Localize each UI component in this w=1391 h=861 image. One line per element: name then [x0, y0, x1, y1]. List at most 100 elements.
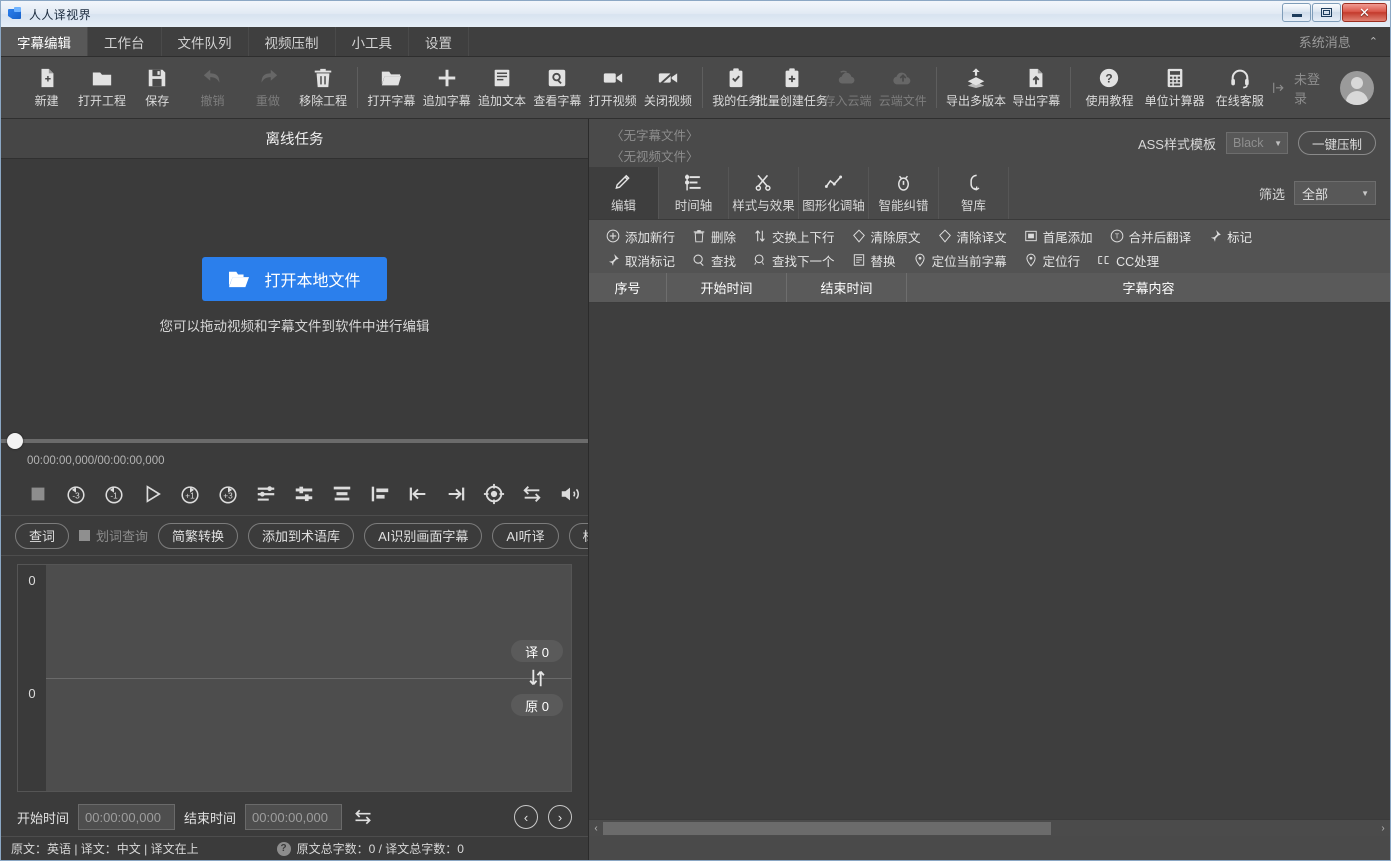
scroll-right-arrow[interactable]: › [1376, 823, 1390, 834]
column-header-index[interactable]: 序号 [589, 273, 667, 302]
mark-in-icon[interactable] [407, 483, 429, 505]
toolbar-undo[interactable]: 撤销 [185, 57, 240, 118]
scroll-track[interactable] [603, 822, 1376, 835]
tab-workbench[interactable]: 工作台 [88, 27, 162, 56]
unmark-button[interactable]: 取消标记 [599, 249, 682, 271]
horizontal-scrollbar[interactable]: ‹ › [589, 819, 1390, 836]
swap-times-icon[interactable] [353, 807, 373, 827]
mark-out-icon[interactable] [445, 483, 467, 505]
delete-line-button[interactable]: 删除 [685, 225, 743, 247]
original-text-field[interactable] [46, 678, 571, 792]
column-header-end-time[interactable]: 结束时间 [787, 273, 907, 302]
find-button[interactable]: 查找 [685, 249, 743, 271]
swap-vertical-icon[interactable] [526, 667, 548, 689]
tab-graphic-timing[interactable]: 图形化调轴 [799, 167, 869, 219]
append-head-tail-button[interactable]: 首尾添加 [1017, 225, 1100, 247]
toolbar-export-multi[interactable]: 导出多版本 [943, 57, 1008, 118]
tab-subtitle-edit[interactable]: 字幕编辑 [1, 27, 88, 56]
toolbar-close-video[interactable]: 关闭视频 [640, 57, 695, 118]
tab-video-encode[interactable]: 视频压制 [249, 27, 336, 56]
toolbar-remove-project[interactable]: 移除工程 [295, 57, 350, 118]
toolbar-open-subtitle[interactable]: 打开字幕 [364, 57, 419, 118]
locate-line-button[interactable]: 定位行 [1017, 249, 1088, 271]
scroll-thumb[interactable] [603, 822, 1051, 835]
tab-style-effects[interactable]: 样式与效果 [729, 167, 799, 219]
toolbar-cloud-files[interactable]: 云端文件 [875, 57, 930, 118]
original-count-badge[interactable]: 原 0 [511, 694, 563, 716]
minimize-button[interactable] [1282, 3, 1311, 22]
tab-timeline[interactable]: 时间轴 [659, 167, 729, 219]
cc-process-button[interactable]: CC处理 [1090, 249, 1166, 271]
tab-file-queue[interactable]: 文件队列 [162, 27, 249, 56]
ai-transcribe-button[interactable]: AI听译 [492, 523, 558, 549]
play-button[interactable] [141, 483, 163, 505]
simplified-traditional-button[interactable]: 简繁转换 [158, 523, 238, 549]
toolbar-my-tasks[interactable]: 我的任务 [709, 57, 764, 118]
end-time-input[interactable] [245, 804, 342, 830]
column-header-start-time[interactable]: 开始时间 [667, 273, 787, 302]
forward-1-button[interactable]: +1 [179, 483, 201, 505]
merge-translate-button[interactable]: T 合并后翻译 [1103, 225, 1199, 247]
toolbar-append-subtitle[interactable]: 追加字幕 [419, 57, 474, 118]
toolbar-open-project[interactable]: 打开工程 [74, 57, 129, 118]
swap-updown-button[interactable]: 交换上下行 [746, 225, 842, 247]
filter-select[interactable]: 全部 ▼ [1294, 181, 1376, 205]
avatar[interactable] [1340, 71, 1374, 105]
open-local-file-button[interactable]: 打开本地文件 [202, 257, 386, 301]
toolbar-batch-create-task[interactable]: 批量创建任务 [764, 57, 820, 118]
column-header-content[interactable]: 字幕内容 [907, 273, 1390, 302]
translation-count-badge[interactable]: 译 0 [511, 640, 563, 662]
sliders-icon[interactable] [255, 483, 277, 505]
toolbar-append-text[interactable]: 追加文本 [474, 57, 529, 118]
forward-3-button[interactable]: +3 [217, 483, 239, 505]
tab-tools[interactable]: 小工具 [336, 27, 410, 56]
tab-smart-correction[interactable]: 智能纠错 [869, 167, 939, 219]
volume-icon[interactable] [559, 483, 581, 505]
one-click-encode-button[interactable]: 一键压制 [1298, 131, 1376, 155]
subtitle-grid-body[interactable] [589, 303, 1390, 819]
align-left-icon[interactable] [369, 483, 391, 505]
toolbar-export-subtitle[interactable]: 导出字幕 [1009, 57, 1064, 118]
highlight-lookup-checkbox[interactable]: 划词查询 [79, 526, 148, 545]
tab-knowledge-base[interactable]: 智库 [939, 167, 1009, 219]
rewind-1-button[interactable]: -1 [103, 483, 125, 505]
toolbar-redo[interactable]: 重做 [240, 57, 295, 118]
ass-template-select[interactable]: Black ▼ [1226, 132, 1288, 154]
add-to-glossary-button[interactable]: 添加到术语库 [248, 523, 354, 549]
video-progress-bar[interactable] [1, 432, 588, 450]
toolbar-save-to-cloud[interactable]: 存入云端 [820, 57, 875, 118]
help-icon[interactable]: ? [277, 842, 291, 856]
target-icon[interactable] [483, 483, 505, 505]
maximize-button[interactable] [1312, 3, 1341, 22]
close-button[interactable]: ✕ [1342, 3, 1387, 22]
prev-line-button[interactable]: ‹ [514, 805, 538, 829]
login-area[interactable]: 未登录 [1272, 57, 1390, 118]
toolbar-new[interactable]: 新建 [19, 57, 74, 118]
locate-current-subtitle-button[interactable]: 定位当前字幕 [906, 249, 1014, 271]
start-time-input[interactable] [78, 804, 175, 830]
find-next-button[interactable]: 查找下一个 [746, 249, 842, 271]
toolbar-open-video[interactable]: 打开视频 [585, 57, 640, 118]
align-center-icon[interactable] [293, 483, 315, 505]
toolbar-unit-calculator[interactable]: 单位计算器 [1142, 57, 1207, 118]
rewind-3-button[interactable]: -3 [65, 483, 87, 505]
translation-text-field[interactable] [46, 565, 571, 678]
toolbar-view-subtitle[interactable]: 查看字幕 [530, 57, 585, 118]
clear-translation-button[interactable]: 清除译文 [931, 225, 1014, 247]
swap-arrows-icon[interactable] [521, 483, 543, 505]
mark-button-clipped[interactable]: 标 [569, 523, 588, 549]
ai-recognize-onscreen-subtitle-button[interactable]: AI识别画面字幕 [364, 523, 482, 549]
progress-handle[interactable] [7, 433, 23, 449]
scroll-left-arrow[interactable]: ‹ [589, 823, 603, 834]
toolbar-online-service[interactable]: 在线客服 [1207, 57, 1272, 118]
toolbar-tutorial[interactable]: ? 使用教程 [1077, 57, 1142, 118]
chevron-up-icon[interactable]: ⌃ [1369, 35, 1378, 48]
lookup-word-button[interactable]: 查词 [15, 523, 69, 549]
replace-button[interactable]: 替换 [845, 249, 903, 271]
system-message-label[interactable]: 系统消息 [1299, 32, 1351, 51]
mark-button[interactable]: 标记 [1201, 225, 1259, 247]
add-new-line-button[interactable]: 添加新行 [599, 225, 682, 247]
toolbar-save[interactable]: 保存 [130, 57, 185, 118]
stop-button[interactable] [27, 483, 49, 505]
next-line-button[interactable]: › [548, 805, 572, 829]
